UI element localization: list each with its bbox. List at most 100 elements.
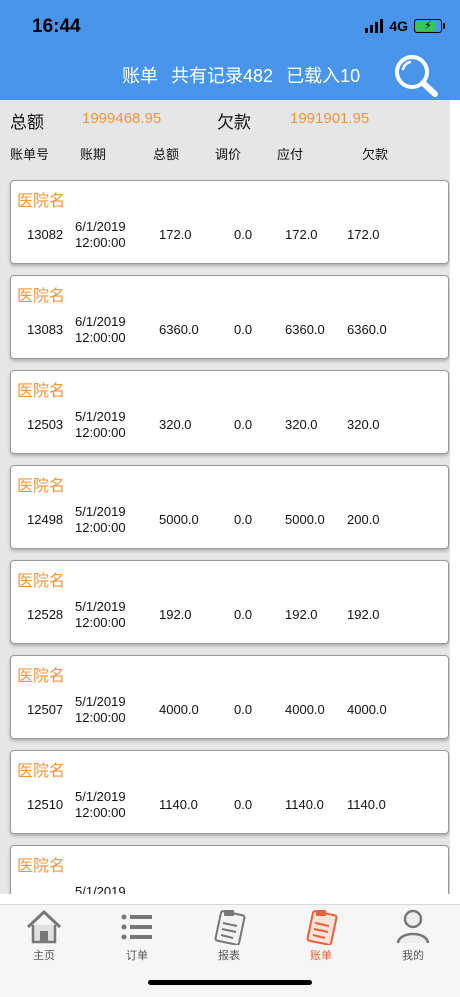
- hospital-name: 医院名: [17, 573, 66, 590]
- tab-bills-label: 账单: [310, 950, 332, 962]
- search-icon: [395, 55, 438, 97]
- bill-id: 13083: [27, 322, 64, 337]
- total-label: 总额: [10, 113, 44, 132]
- hospital-name: 医院名: [17, 763, 66, 780]
- column-header-period: 账期: [80, 147, 107, 162]
- hospital-name: 医院名: [17, 383, 66, 400]
- bill-owed: 320.0: [347, 417, 380, 432]
- bill-time: 12:00:00: [75, 235, 126, 250]
- bill-payable: 1140.0: [285, 797, 324, 812]
- tab-reports-label: 报表: [218, 950, 240, 962]
- bill-date: 6/1/2019: [75, 219, 126, 234]
- page-title: 账单: [122, 66, 158, 86]
- bill-owed: 4000.0: [347, 702, 387, 717]
- bill-card[interactable]: 医院名 12503 5/1/2019 12:00:00 320.0 0.0 320…: [10, 370, 449, 454]
- tab-profile-label: 我的: [402, 950, 424, 962]
- bill-total: 172.0: [159, 227, 192, 242]
- bill-payable: 4000.0: [285, 702, 325, 717]
- bill-date: 5/1/2019: [75, 504, 126, 519]
- bill-payable: 320.0: [285, 417, 318, 432]
- bill-date: 5/1/2019: [75, 409, 126, 424]
- bill-period: 6/1/2019 12:00:00: [75, 314, 126, 346]
- bill-id: 13082: [27, 227, 64, 242]
- bill-owed: 192.0: [347, 607, 380, 622]
- bill-period: 5/1/2019 12:00:00: [75, 599, 126, 631]
- network-type: 4G: [389, 18, 408, 34]
- bill-payable: 192.0: [285, 607, 318, 622]
- bill-total: 1140.0: [159, 797, 198, 812]
- bill-payable: 5000.0: [285, 512, 325, 527]
- tab-reports[interactable]: 报表: [199, 907, 259, 963]
- status-indicators: 4G ⚡: [365, 18, 445, 34]
- record-count: 共有记录482: [171, 66, 274, 86]
- bill-time: 12:00:00: [75, 330, 126, 345]
- summary-panel: 总额 1999468.95 欠款 1991901.95 账单号 账期 总额 调价…: [0, 100, 450, 172]
- bill-owed: 200.0: [347, 512, 380, 527]
- bill-adjust: 0.0: [234, 417, 253, 432]
- hospital-name: 医院名: [17, 668, 66, 685]
- bill-card[interactable]: 医院名 5/1/2019: [10, 845, 449, 894]
- home-indicator: [148, 980, 312, 985]
- tab-orders[interactable]: 订单: [107, 907, 167, 963]
- bill-card[interactable]: 医院名 13083 6/1/2019 12:00:00 6360.0 0.0 63…: [10, 275, 449, 359]
- bill-adjust: 0.0: [234, 227, 253, 242]
- bill-time: 12:00:00: [75, 710, 126, 725]
- bill-total: 5000.0: [159, 512, 199, 527]
- hospital-name: 医院名: [17, 193, 66, 210]
- battery-icon: ⚡: [414, 19, 445, 33]
- bill-card[interactable]: 医院名 12507 5/1/2019 12:00:00 4000.0 0.0 40…: [10, 655, 449, 739]
- bill-date: 5/1/2019: [75, 789, 126, 804]
- status-time: 16:44: [32, 16, 81, 37]
- tab-home[interactable]: 主页: [14, 907, 74, 963]
- bill-card[interactable]: 医院名 12498 5/1/2019 12:00:00 5000.0 0.0 50…: [10, 465, 449, 549]
- bill-id: 12503: [27, 417, 64, 432]
- bill-time: 12:00:00: [75, 425, 126, 440]
- bill-period: 5/1/2019: [75, 884, 126, 894]
- bill-adjust: 0.0: [234, 512, 253, 527]
- bill-id: 12528: [27, 607, 64, 622]
- column-header-owed: 欠款: [362, 147, 389, 162]
- report-icon: [214, 910, 246, 945]
- bill-list[interactable]: 医院名 13082 6/1/2019 12:00:00 172.0 0.0 172…: [0, 172, 450, 894]
- bill-card[interactable]: 医院名 13082 6/1/2019 12:00:00 172.0 0.0 172…: [10, 180, 449, 264]
- bill-id: 12510: [27, 797, 64, 812]
- bill-period: 5/1/2019 12:00:00: [75, 409, 126, 441]
- column-header-id: 账单号: [10, 147, 50, 162]
- user-icon: [396, 909, 430, 944]
- column-header-payable: 应付: [277, 147, 304, 162]
- bill-payable: 6360.0: [285, 322, 325, 337]
- bill-time: 12:00:00: [75, 520, 126, 535]
- bill-date: 5/1/2019: [75, 599, 126, 614]
- bill-card[interactable]: 医院名 12528 5/1/2019 12:00:00 192.0 0.0 192…: [10, 560, 449, 644]
- bill-date: 5/1/2019: [75, 694, 126, 709]
- loaded-count: 已载入10: [286, 66, 361, 86]
- tab-profile[interactable]: 我的: [383, 907, 443, 963]
- bill-owed: 6360.0: [347, 322, 387, 337]
- owed-label: 欠款: [217, 113, 251, 132]
- list-icon: [121, 914, 152, 940]
- search-button[interactable]: [392, 52, 440, 98]
- bill-id: 12507: [27, 702, 64, 717]
- bill-total: 192.0: [159, 607, 192, 622]
- bill-owed: 172.0: [347, 227, 380, 242]
- total-value: 1999468.95: [82, 110, 162, 127]
- bill-icon: [306, 910, 338, 945]
- bill-date: 5/1/2019: [75, 884, 126, 894]
- bill-period: 5/1/2019 12:00:00: [75, 789, 126, 821]
- owed-value: 1991901.95: [290, 110, 370, 127]
- hospital-name: 医院名: [17, 478, 66, 495]
- bill-total: 320.0: [159, 417, 192, 432]
- bill-adjust: 0.0: [234, 702, 253, 717]
- bill-time: 12:00:00: [75, 805, 126, 820]
- bill-total: 4000.0: [159, 702, 199, 717]
- bill-period: 5/1/2019 12:00:00: [75, 504, 126, 536]
- bill-owed: 1140.0: [347, 797, 386, 812]
- bill-payable: 172.0: [285, 227, 318, 242]
- bill-card[interactable]: 医院名 12510 5/1/2019 12:00:00 1140.0 0.0 11…: [10, 750, 449, 834]
- tab-bills[interactable]: 账单: [291, 907, 351, 963]
- bill-id: 12498: [27, 512, 64, 527]
- column-header-total: 总额: [153, 147, 180, 162]
- bill-total: 6360.0: [159, 322, 199, 337]
- bill-adjust: 0.0: [234, 797, 253, 812]
- bill-time: 12:00:00: [75, 615, 126, 630]
